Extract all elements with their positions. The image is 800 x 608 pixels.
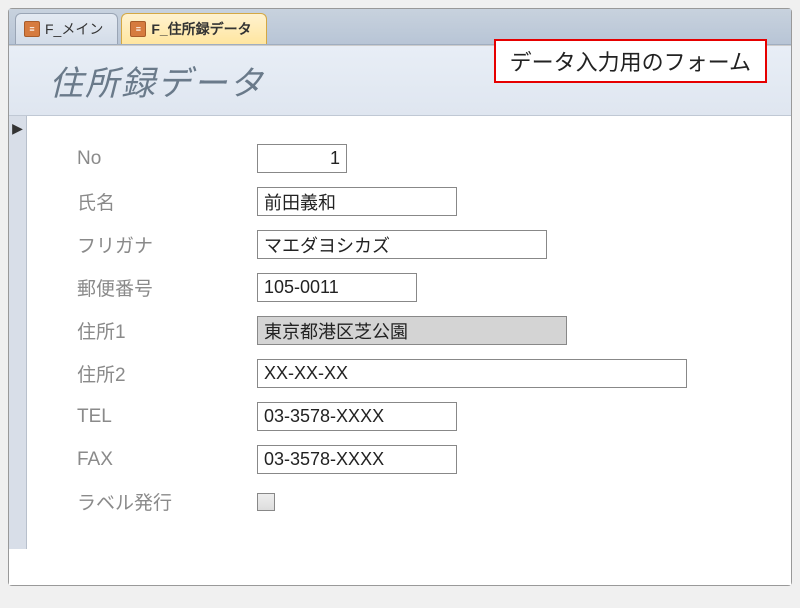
tab-main[interactable]: ≡ F_メイン: [15, 13, 118, 44]
form-icon: ≡: [24, 21, 40, 37]
form-container: 住所録データ ▶ No 氏名 フリガナ: [9, 45, 791, 585]
tab-address-data[interactable]: ≡ F_住所録データ: [121, 13, 266, 44]
field-row-furigana: フリガナ: [77, 230, 751, 259]
tab-bar: ≡ F_メイン ≡ F_住所録データ データ入力用のフォーム: [9, 9, 791, 45]
current-record-marker-icon: ▶: [12, 120, 23, 136]
label-furigana: フリガナ: [77, 231, 257, 258]
field-row-addr2: 住所2: [77, 359, 751, 388]
input-tel[interactable]: [257, 402, 457, 431]
form-body: ▶ No 氏名 フリガナ 郵便番号: [9, 116, 791, 549]
checkbox-label-issue[interactable]: [257, 493, 275, 511]
tab-address-data-label: F_住所録データ: [151, 19, 251, 39]
field-row-fax: FAX: [77, 445, 751, 474]
field-row-postal: 郵便番号: [77, 273, 751, 302]
annotation-callout: データ入力用のフォーム: [494, 39, 767, 83]
field-row-tel: TEL: [77, 402, 751, 431]
label-label-issue: ラベル発行: [77, 488, 257, 515]
record-selector[interactable]: ▶: [9, 116, 27, 549]
field-row-name: 氏名: [77, 187, 751, 216]
input-postal[interactable]: [257, 273, 417, 302]
label-no: No: [77, 148, 257, 170]
label-addr1: 住所1: [77, 317, 257, 344]
input-fax[interactable]: [257, 445, 457, 474]
label-name: 氏名: [77, 188, 257, 215]
label-fax: FAX: [77, 449, 257, 471]
field-row-addr1: 住所1: [77, 316, 751, 345]
tab-main-label: F_メイン: [45, 19, 103, 39]
annotation-text: データ入力用のフォーム: [510, 50, 751, 75]
input-addr1[interactable]: [257, 316, 567, 345]
field-row-label-issue: ラベル発行: [77, 488, 751, 515]
fields-area: No 氏名 フリガナ 郵便番号 住所1: [27, 116, 791, 549]
app-window: ≡ F_メイン ≡ F_住所録データ データ入力用のフォーム 住所録データ ▶ …: [8, 8, 792, 586]
input-no[interactable]: [257, 144, 347, 173]
input-addr2[interactable]: [257, 359, 687, 388]
input-furigana[interactable]: [257, 230, 547, 259]
label-addr2: 住所2: [77, 360, 257, 387]
label-tel: TEL: [77, 406, 257, 428]
field-row-no: No: [77, 144, 751, 173]
label-postal: 郵便番号: [77, 274, 257, 301]
form-icon: ≡: [130, 21, 146, 37]
input-name[interactable]: [257, 187, 457, 216]
